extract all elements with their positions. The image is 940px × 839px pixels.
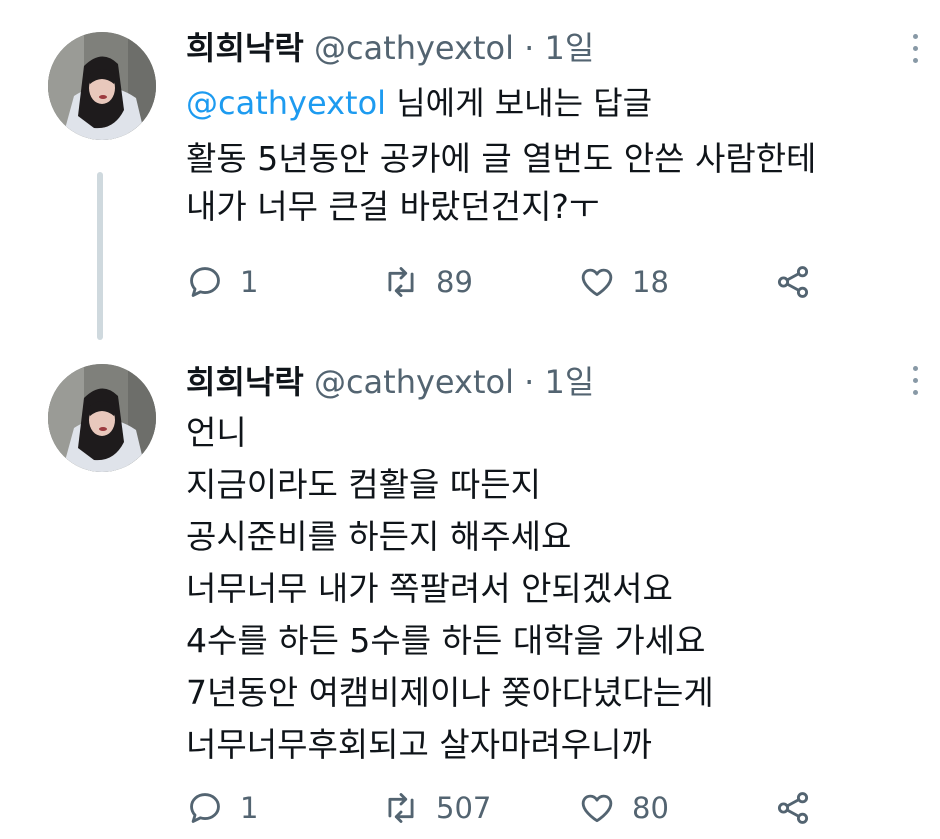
- author-name[interactable]: 희희낙락: [186, 363, 304, 401]
- retweet-icon: [388, 793, 414, 823]
- tweet-text-line: 언니: [186, 413, 247, 452]
- tweet[interactable]: 희희낙락 @cathyextol · 1일 언니 지금이라도 컴활을 따든지 공…: [0, 340, 940, 839]
- retweet-button[interactable]: 89: [382, 262, 473, 302]
- separator-dot: ·: [524, 29, 535, 67]
- tweet-text-line: 활동 5년동안 공카에 글 열번도 안쓴 사람한테: [186, 139, 817, 178]
- avatar[interactable]: [48, 32, 156, 140]
- tweet-text-line: 내가 너무 큰걸 바랐던건지?ㅜ: [186, 187, 600, 226]
- like-button[interactable]: 18: [578, 262, 669, 302]
- reply-icon: [190, 793, 220, 823]
- tweet-text-line: 너무너무 내가 쪽팔려서 안되겠서요: [186, 569, 673, 608]
- thread-line: [97, 172, 103, 340]
- tweet-actions: 1 89 18: [186, 262, 846, 302]
- tweet-actions: 1 507 80: [186, 788, 846, 828]
- tweet[interactable]: 희희낙락 @cathyextol · 1일 @cathyextol 님에게 보내…: [0, 0, 940, 340]
- timestamp[interactable]: 1일: [545, 29, 595, 67]
- replying-to-suffix: 님에게 보내는 답글: [386, 84, 653, 122]
- author-name[interactable]: 희희낙락: [186, 29, 304, 67]
- tweet-text-line: 4수를 하든 5수를 하든 대학을 가세요: [186, 621, 706, 660]
- share-icon: [777, 266, 809, 298]
- tweet-text-line: 공시준비를 하든지 해주세요: [186, 517, 572, 556]
- like-count: 80: [632, 791, 669, 825]
- heart-icon: [581, 268, 613, 297]
- retweet-icon: [388, 267, 414, 297]
- tweet-text-line: 7년동안 여캠비제이나 쫒아다녔다는게: [186, 673, 714, 712]
- avatar[interactable]: [48, 364, 156, 472]
- tweet-header: 희희낙락 @cathyextol · 1일: [186, 362, 594, 402]
- author-handle[interactable]: @cathyextol: [314, 363, 514, 401]
- reply-button[interactable]: 1: [186, 262, 258, 302]
- replying-to-handle[interactable]: @cathyextol: [186, 84, 386, 122]
- reply-count: 1: [240, 791, 259, 825]
- reply-button[interactable]: 1: [186, 788, 258, 828]
- share-button[interactable]: [774, 788, 828, 828]
- tweet-header: 희희낙락 @cathyextol · 1일: [186, 28, 594, 68]
- share-button[interactable]: [774, 262, 828, 302]
- tweet-text-line: 지금이라도 컴활을 따든지: [186, 465, 541, 504]
- reply-icon: [190, 267, 220, 297]
- retweet-count: 89: [436, 265, 473, 299]
- separator-dot: ·: [524, 363, 535, 401]
- more-icon[interactable]: [912, 366, 920, 400]
- timestamp[interactable]: 1일: [545, 363, 595, 401]
- like-count: 18: [632, 265, 669, 299]
- more-icon[interactable]: [912, 34, 920, 68]
- retweet-button[interactable]: 507: [382, 788, 491, 828]
- like-button[interactable]: 80: [578, 788, 669, 828]
- reply-count: 1: [240, 265, 259, 299]
- retweet-count: 507: [436, 791, 492, 825]
- tweet-text-line: 너무너무후회되고 살자마려우니까: [186, 725, 652, 764]
- share-icon: [777, 792, 809, 824]
- heart-icon: [581, 794, 613, 823]
- author-handle[interactable]: @cathyextol: [314, 29, 514, 67]
- replying-to: @cathyextol 님에게 보내는 답글: [186, 82, 652, 124]
